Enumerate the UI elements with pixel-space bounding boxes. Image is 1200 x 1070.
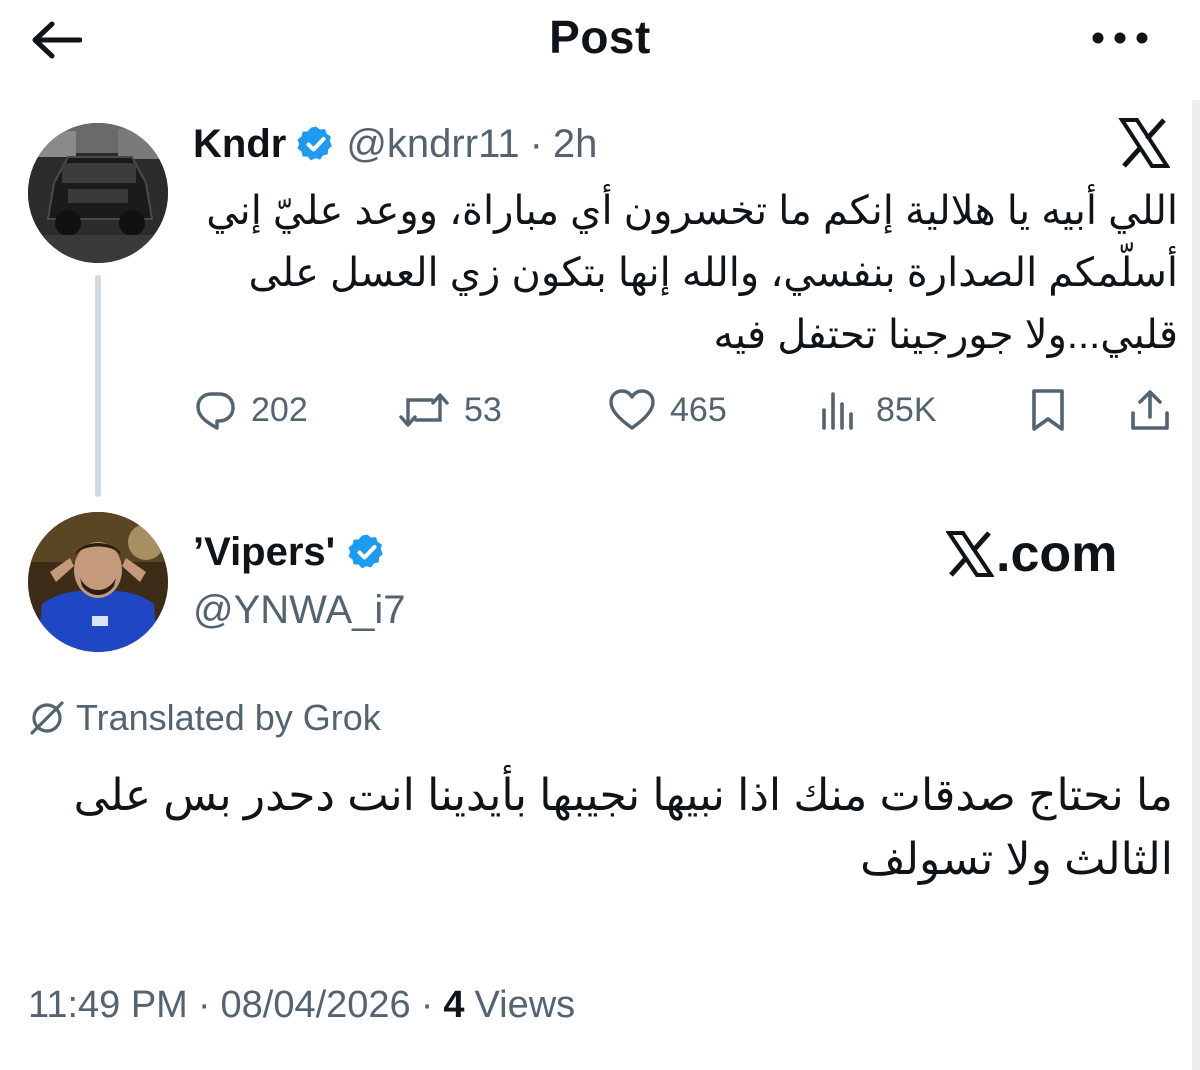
quoted-tweet-text: اللي أبيه يا هلالية إنكم ما تخسرون أي مب… bbox=[206, 189, 1178, 357]
avatar-kndr[interactable] bbox=[28, 123, 168, 263]
reply-views-count[interactable]: 4 bbox=[443, 984, 464, 1027]
x-logo-icon bbox=[946, 531, 994, 577]
analytics-bars-icon bbox=[822, 392, 853, 430]
separator-dot: · bbox=[529, 121, 543, 166]
bookmark-button[interactable] bbox=[1028, 380, 1068, 440]
reply-metadata: 11:49 PM · 08/04/2026 · 4 Views bbox=[28, 980, 575, 1030]
more-options-button[interactable] bbox=[1080, 18, 1150, 58]
separator-dot: · bbox=[420, 983, 434, 1026]
reply-text: ما نحتاج صدقات منك اذا نبيها نجيبها بأيد… bbox=[73, 771, 1173, 884]
share-button[interactable] bbox=[1128, 380, 1172, 440]
separator-dot: · bbox=[197, 983, 211, 1026]
thread-connector-line bbox=[95, 275, 101, 497]
verified-badge-icon bbox=[348, 534, 384, 569]
reply-time[interactable]: 11:49 PM bbox=[28, 984, 188, 1027]
reply-views-label: Views bbox=[474, 983, 576, 1026]
watermark-domain: .com bbox=[996, 525, 1118, 583]
quoted-tweet-header: Kndr @kndrr11 · 2h bbox=[193, 118, 597, 170]
grok-logo-icon bbox=[30, 701, 64, 735]
views-button[interactable]: 85K bbox=[818, 380, 937, 440]
more-dots-icon bbox=[1092, 32, 1148, 44]
page-title: Post bbox=[549, 11, 651, 63]
repost-count: 53 bbox=[464, 390, 502, 429]
share-upload-icon bbox=[1131, 390, 1169, 430]
avatar-vipers[interactable] bbox=[28, 512, 168, 652]
reply-button[interactable]: 202 bbox=[193, 380, 308, 440]
x-logo-icon[interactable] bbox=[1118, 117, 1171, 169]
like-count: 465 bbox=[670, 390, 727, 429]
repost-icon bbox=[399, 393, 449, 427]
reply-bubble-icon bbox=[196, 392, 235, 430]
author-handle[interactable]: @kndrr11 bbox=[346, 122, 519, 167]
translated-by-grok[interactable]: Translated by Grok bbox=[28, 694, 381, 742]
repost-button[interactable]: 53 bbox=[398, 380, 502, 440]
translated-label: Translated by Grok bbox=[76, 697, 381, 738]
reply-author-name[interactable]: ’Vipers' bbox=[193, 530, 335, 575]
tweet-actions-bar: 202 53 465 85K bbox=[193, 380, 1178, 440]
heart-icon bbox=[609, 389, 655, 430]
reply-author-handle[interactable]: @YNWA_i7 bbox=[193, 588, 406, 633]
views-count: 85K bbox=[876, 390, 937, 429]
player-avatar-image bbox=[28, 512, 168, 652]
bookmark-icon bbox=[1032, 389, 1064, 431]
scrollbar-track[interactable] bbox=[1192, 100, 1200, 1070]
x-com-watermark: .com bbox=[946, 525, 1118, 583]
tweet-time[interactable]: 2h bbox=[553, 122, 598, 167]
car-avatar-image bbox=[28, 123, 168, 263]
reply-header: ’Vipers' bbox=[193, 526, 387, 578]
author-name[interactable]: Kndr bbox=[193, 122, 286, 167]
reply-date[interactable]: 08/04/2026 bbox=[221, 984, 411, 1027]
top-bar: Post bbox=[0, 0, 1200, 80]
like-button[interactable]: 465 bbox=[608, 380, 727, 440]
verified-badge-icon bbox=[297, 126, 333, 161]
reply-count: 202 bbox=[251, 390, 308, 429]
